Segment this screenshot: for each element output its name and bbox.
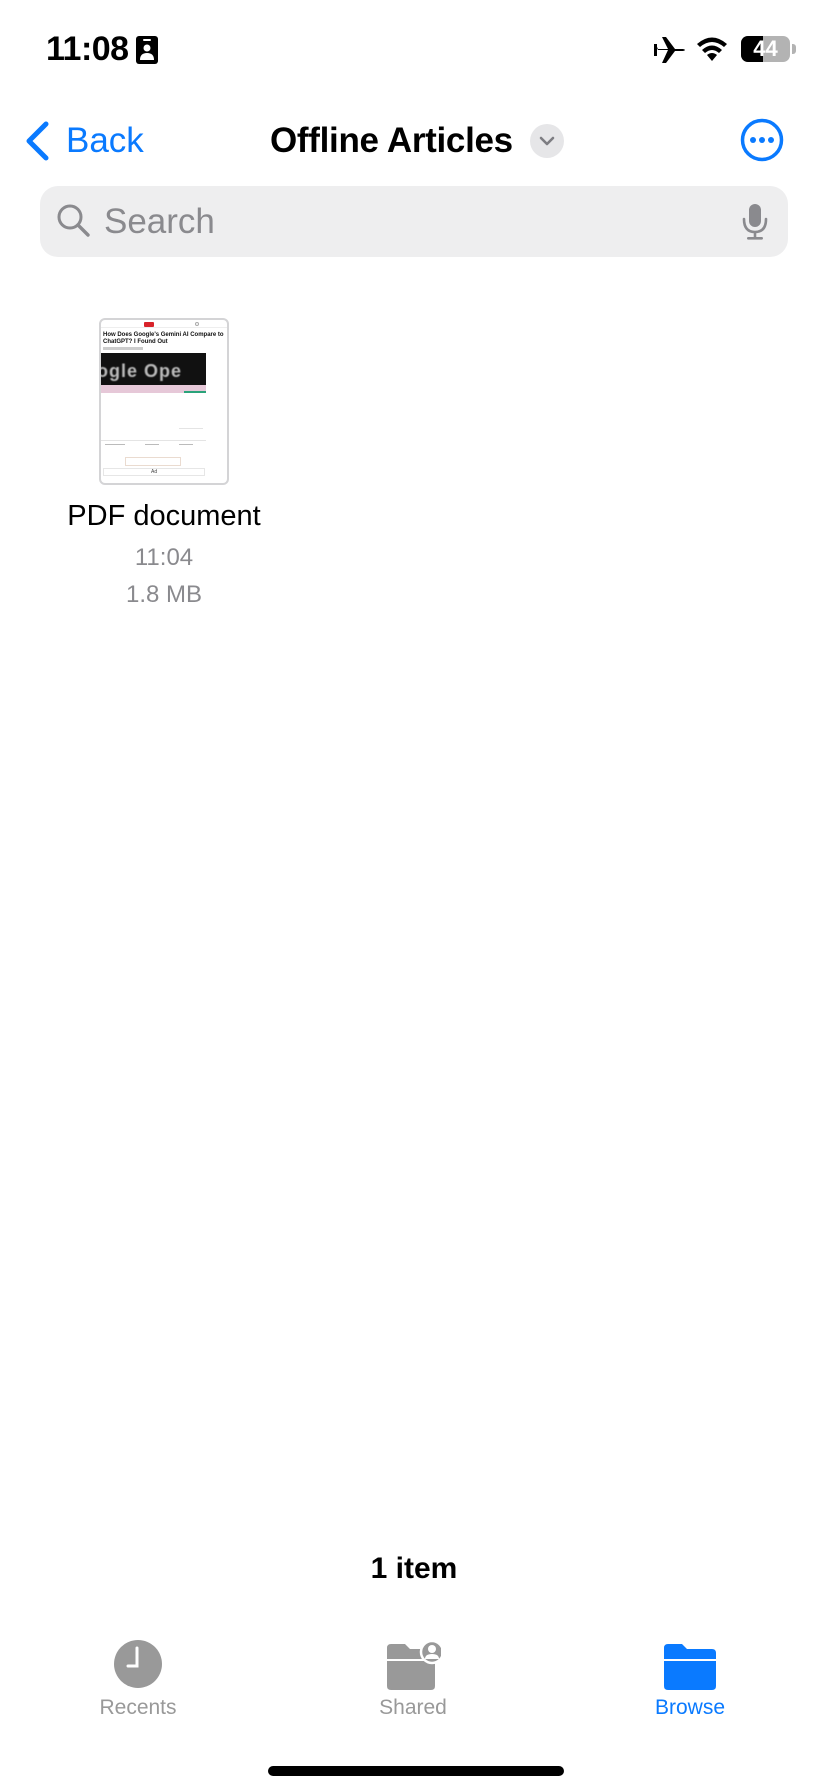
battery-level: 44 (753, 36, 778, 61)
thumbnail-image-text: ogle Ope (101, 361, 183, 381)
wifi-icon (697, 37, 727, 61)
thumbnail-action-line (145, 444, 159, 445)
clock-icon (114, 1640, 162, 1688)
tab-browse[interactable]: Browse (590, 1630, 790, 1730)
thumbnail-ad-label: Ad (151, 469, 158, 475)
tab-label: Shared (379, 1696, 447, 1719)
airplane-mode-icon (654, 37, 685, 63)
thumbnail-ad-box (125, 457, 181, 466)
navigation-bar: Back Offline Articles (0, 100, 828, 180)
status-bar: 11:08 44 (0, 0, 828, 100)
thumbnail-action-line (105, 444, 125, 445)
tab-recents[interactable]: Recents (38, 1630, 238, 1730)
title-menu-button[interactable]: Offline Articles (270, 120, 564, 162)
shared-folder-icon (387, 1639, 441, 1690)
file-name: PDF document (67, 500, 261, 532)
tab-shared[interactable]: Shared (313, 1630, 513, 1730)
chevron-left-icon (26, 121, 49, 161)
contact-card-icon (136, 36, 158, 64)
search-bar (40, 186, 788, 257)
thumbnail-logo (144, 322, 154, 327)
thumbnail-image-accent (184, 391, 206, 393)
thumbnail-profile-icon (195, 322, 199, 326)
thumbnail-image: ogle Ope (101, 353, 206, 393)
folder-icon (664, 1644, 716, 1690)
file-size: 1.8 MB (125, 581, 203, 608)
page-title: Offline Articles (270, 121, 513, 160)
item-count: 1 item (370, 1552, 458, 1585)
back-label: Back (66, 121, 144, 160)
battery-tip (792, 44, 796, 54)
tab-label: Recents (99, 1696, 177, 1719)
thumbnail-action-line (179, 444, 193, 445)
microphone-icon[interactable] (741, 203, 769, 241)
tab-label: Browse (654, 1696, 726, 1719)
thumbnail-divider (101, 440, 206, 441)
thumbnail-caption-line (179, 428, 203, 429)
file-thumbnail: How Does Google's Gemini AI Compare to C… (99, 318, 229, 485)
tab-bar: Recents Shared Browse (0, 1630, 828, 1740)
file-time: 11:04 (134, 544, 194, 571)
thumbnail-topbar (101, 320, 227, 328)
thumbnail-byline (103, 347, 143, 350)
thumbnail-headline: How Does Google's Gemini AI Compare to C… (103, 332, 224, 345)
search-input[interactable] (104, 186, 704, 257)
status-time: 11:08 (46, 30, 129, 68)
magnifier-icon (57, 204, 90, 237)
back-button[interactable]: Back (24, 120, 144, 162)
home-indicator[interactable] (268, 1766, 564, 1776)
more-options-button[interactable] (740, 118, 784, 162)
battery-indicator: 44 (741, 36, 790, 62)
chevron-down-icon (529, 124, 564, 158)
